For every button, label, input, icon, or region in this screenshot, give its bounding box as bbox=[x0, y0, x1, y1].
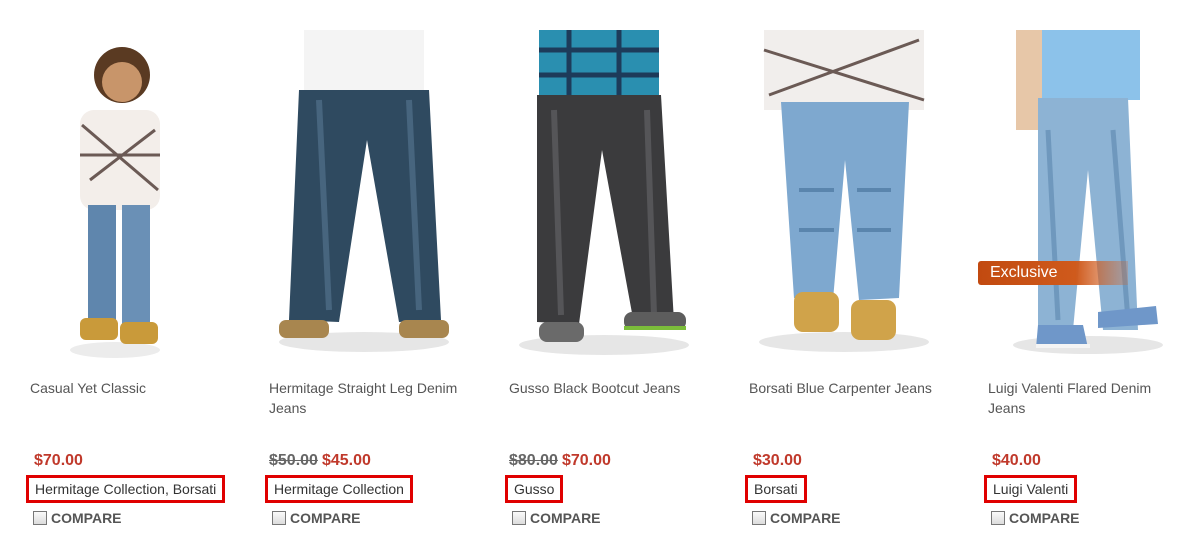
compare-control[interactable]: COMPARE bbox=[272, 510, 361, 526]
checkbox-icon[interactable] bbox=[272, 511, 286, 525]
product-card: Borsati Blue Carpenter Jeans $30.00 Bors… bbox=[739, 0, 971, 556]
compare-control[interactable]: COMPARE bbox=[512, 510, 601, 526]
compare-label[interactable]: COMPARE bbox=[770, 510, 841, 526]
current-price: $30.00 bbox=[753, 452, 802, 469]
compare-control[interactable]: COMPARE bbox=[752, 510, 841, 526]
brand-label[interactable]: Luigi Valenti bbox=[984, 475, 1078, 503]
old-price: $50.00 bbox=[269, 452, 318, 469]
compare-label[interactable]: COMPARE bbox=[290, 510, 361, 526]
product-card: Gusso Black Bootcut Jeans $80.00 $70.00 G… bbox=[499, 0, 731, 556]
product-image[interactable] bbox=[259, 30, 491, 365]
product-price: $70.00 bbox=[30, 452, 83, 470]
current-price: $70.00 bbox=[561, 452, 611, 469]
product-price: $80.00 $70.00 bbox=[509, 452, 611, 470]
product-price: $30.00 bbox=[749, 452, 802, 470]
current-price: $40.00 bbox=[992, 452, 1041, 469]
product-title[interactable]: Gusso Black Bootcut Jeans bbox=[509, 378, 709, 398]
old-price: $80.00 bbox=[509, 452, 558, 469]
product-title[interactable]: Borsati Blue Carpenter Jeans bbox=[749, 378, 949, 398]
compare-control[interactable]: COMPARE bbox=[33, 510, 122, 526]
checkbox-icon[interactable] bbox=[33, 511, 47, 525]
product-title[interactable]: Casual Yet Classic bbox=[30, 378, 230, 398]
checkbox-icon[interactable] bbox=[991, 511, 1005, 525]
brand-label[interactable]: Hermitage Collection, Borsati bbox=[26, 475, 226, 503]
product-card: Hermitage Straight Leg Denim Jeans $50.0… bbox=[259, 0, 491, 556]
compare-label[interactable]: COMPARE bbox=[1009, 510, 1080, 526]
product-price: $40.00 bbox=[988, 452, 1041, 470]
product-image[interactable] bbox=[20, 30, 252, 365]
current-price: $45.00 bbox=[321, 452, 371, 469]
brand-label[interactable]: Hermitage Collection bbox=[265, 475, 413, 503]
compare-control[interactable]: COMPARE bbox=[991, 510, 1080, 526]
brand-label[interactable]: Gusso bbox=[505, 475, 564, 503]
product-grid: Casual Yet Classic $70.00 Hermitage Coll… bbox=[0, 0, 1178, 556]
compare-label[interactable]: COMPARE bbox=[530, 510, 601, 526]
checkbox-icon[interactable] bbox=[512, 511, 526, 525]
exclusive-badge: Exclusive bbox=[978, 261, 1128, 285]
checkbox-icon[interactable] bbox=[752, 511, 766, 525]
product-card: Casual Yet Classic $70.00 Hermitage Coll… bbox=[20, 0, 252, 556]
product-price: $50.00 $45.00 bbox=[269, 452, 371, 470]
product-image[interactable]: Exclusive bbox=[978, 30, 1178, 365]
compare-label[interactable]: COMPARE bbox=[51, 510, 122, 526]
product-title[interactable]: Luigi Valenti Flared Denim Jeans bbox=[988, 378, 1178, 418]
product-title[interactable]: Hermitage Straight Leg Denim Jeans bbox=[269, 378, 469, 418]
product-image[interactable] bbox=[499, 30, 731, 365]
brand-label[interactable]: Borsati bbox=[745, 475, 807, 503]
current-price: $70.00 bbox=[34, 452, 83, 469]
product-card: Exclusive Luigi Valenti Flared Denim Jea… bbox=[978, 0, 1178, 556]
product-image[interactable] bbox=[739, 30, 971, 365]
